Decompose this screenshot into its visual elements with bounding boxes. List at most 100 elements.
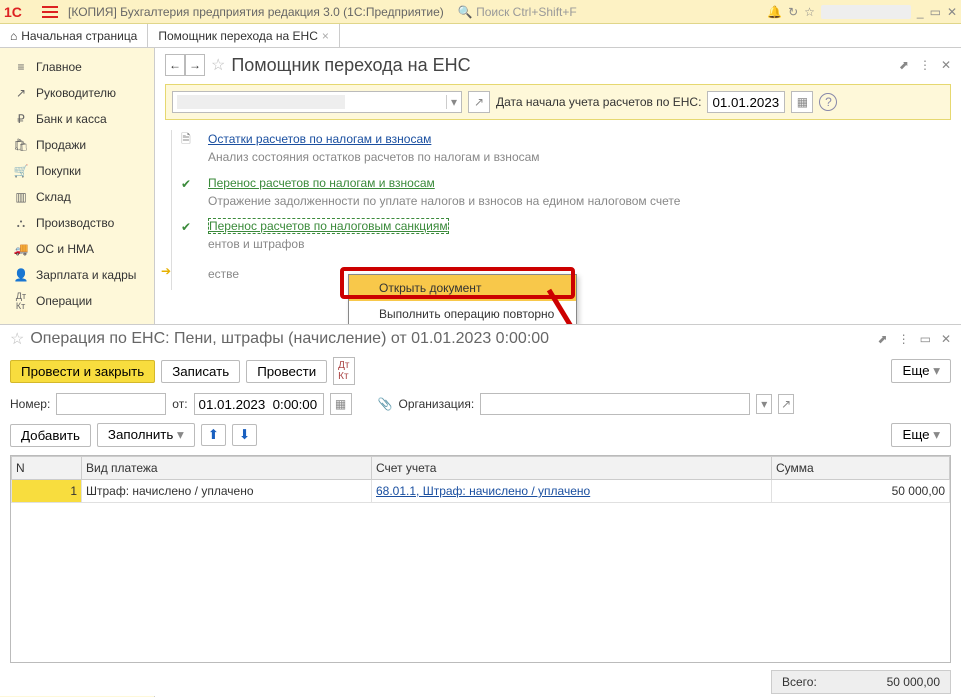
titlebar: 1C [КОПИЯ] Бухгалтерия предприятия редак… [0,0,961,24]
tab-home[interactable]: ⌂ Начальная страница [0,24,148,47]
step-desc: Анализ состояния остатков расчетов по на… [208,150,691,166]
sidebar-item-purchases[interactable]: 🛒Покупки [0,158,154,184]
sidebar-item-assets[interactable]: 🚚ОС и НМА [0,236,154,262]
doc-title: Операция по ЕНС: Пени, штрафы (начислени… [30,330,549,348]
sidebar-item-manager[interactable]: ↗ Руководителю [0,80,154,106]
sidebar-item-label: Покупки [36,164,81,178]
calendar-icon[interactable]: ▦ [791,91,813,113]
help-icon[interactable]: ? [819,93,837,111]
page-title: Помощник перехода на ЕНС [231,55,470,76]
step-desc: ентов и штрафов [208,237,691,253]
step-link-transfer-penalties[interactable]: Перенос расчетов по налоговым санкциям [208,218,449,234]
sidebar-item-label: Руководителю [36,86,116,100]
table-row[interactable]: 1 Штраф: начислено / уплачено 68.01.1, Ш… [12,480,950,503]
star-icon[interactable]: ☆ [10,329,24,349]
org-label: Организация: [398,397,474,411]
check-icon: ✔ [178,176,194,192]
tabbar: ⌂ Начальная страница Помощник перехода н… [0,24,961,48]
step-link-balances[interactable]: Остатки расчетов по налогам и взносам [208,132,431,146]
link-icon[interactable]: ⬈ [899,58,909,72]
calendar-icon[interactable]: ▦ [330,393,352,415]
cell-sum: 50 000,00 [772,480,950,503]
sidebar-item-main[interactable]: ≡Главное [0,54,154,80]
move-down-button[interactable]: ⬇ [232,424,257,446]
write-button[interactable]: Записать [161,360,240,383]
link-icon[interactable]: ⬈ [878,332,888,346]
org-combobox[interactable]: ▾ [172,91,462,113]
close-icon[interactable]: ✕ [941,332,951,346]
add-button[interactable]: Добавить [10,424,91,447]
sidebar-item-label: Банк и касса [36,112,107,126]
tab-ens-helper[interactable]: Помощник перехода на ЕНС × [148,24,340,47]
sidebar-item-label: ОС и НМА [36,242,94,256]
star-icon[interactable]: ☆ [211,55,225,75]
sidebar-item-label: Склад [36,190,71,204]
search-placeholder: Поиск Ctrl+Shift+F [476,5,577,19]
th-account[interactable]: Счет учета [372,457,772,480]
dtk-icon[interactable]: ДтКт [333,357,354,385]
cell-account-link[interactable]: 68.01.1, Штраф: начислено / уплачено [372,480,772,503]
attachment-icon[interactable]: 📎 [378,397,393,411]
fill-button[interactable]: Заполнить [97,423,195,447]
menu-icon[interactable] [38,0,62,24]
nav-back-button[interactable]: ← [165,54,185,76]
th-n[interactable]: N [12,457,82,480]
minimize-icon[interactable]: _ [917,5,924,19]
more-button[interactable]: Еще [891,423,951,447]
star-icon[interactable]: ☆ [804,5,815,19]
sidebar-item-ops[interactable]: ДтКтОперации [0,288,154,314]
post-close-button[interactable]: Провести и закрыть [10,360,155,383]
dtk-icon: ДтКт [14,294,28,308]
sidebar-item-stock[interactable]: ▥ Склад [0,184,154,210]
logo-1c: 1C [4,4,32,20]
menu-icon[interactable]: ⋮ [919,58,931,72]
chevron-down-icon[interactable]: ▾ [756,394,772,414]
sidebar-item-payroll[interactable]: 👤Зарплата и кадры [0,262,154,288]
cell-n: 1 [12,480,82,503]
rows-table[interactable]: N Вид платежа Счет учета Сумма 1 Штраф: … [10,455,951,663]
history-icon[interactable]: ↻ [788,5,798,19]
bell-icon[interactable]: 🔔 [767,5,782,19]
restore-icon[interactable]: ▭ [930,5,941,19]
sidebar-item-sales[interactable]: 🛍Продажи [0,132,154,158]
maximize-icon[interactable]: ▭ [920,332,931,346]
step-desc: Отражение задолженности по уплате налого… [208,194,691,210]
sidebar-item-label: Зарплата и кадры [36,268,136,282]
date-label: Дата начала учета расчетов по ЕНС: [496,95,701,109]
total-label: Всего: [782,675,817,689]
menu-icon[interactable]: ⋮ [898,332,910,346]
date-label: от: [172,397,187,411]
nav-forward-button[interactable]: → [185,54,205,76]
close-icon[interactable]: ✕ [947,5,957,19]
bag-icon: 🛍 [14,138,28,152]
chart-icon: ↗ [14,86,28,100]
th-sum[interactable]: Сумма [772,457,950,480]
number-input[interactable] [56,393,166,415]
more-button[interactable]: Еще [891,359,951,383]
th-payment-type[interactable]: Вид платежа [82,457,372,480]
ctx-open-document[interactable]: Открыть документ [349,275,576,301]
totals-row: Всего: 50 000,00 [10,669,951,695]
sidebar-item-label: Производство [36,216,114,230]
sidebar-item-label: Главное [36,60,82,74]
app-title: [КОПИЯ] Бухгалтерия предприятия редакция… [68,5,444,19]
move-up-button[interactable]: ⬆ [201,424,226,446]
ruble-icon: ₽ [14,112,28,126]
number-label: Номер: [10,397,50,411]
date-input[interactable] [194,393,324,415]
close-icon[interactable]: × [322,29,329,43]
step-link-transfer-taxes[interactable]: Перенос расчетов по налогам и взносам [208,176,435,190]
sidebar-item-bank[interactable]: ₽ Банк и касса [0,106,154,132]
open-ext-button[interactable]: ↗ [778,394,794,414]
search-icon: 🔍 [458,5,473,19]
org-input[interactable] [480,393,750,415]
arrow-right-icon: ➔ [158,263,174,279]
open-ext-button[interactable]: ↗ [468,91,490,113]
close-icon[interactable]: ✕ [941,58,951,72]
post-button[interactable]: Провести [246,360,327,383]
sidebar-item-production[interactable]: ⛬Производство [0,210,154,236]
start-date-input[interactable] [707,91,785,113]
user-area[interactable] [821,5,911,19]
boxes-icon: ▥ [14,190,28,204]
global-search[interactable]: 🔍 Поиск Ctrl+Shift+F [458,5,577,19]
